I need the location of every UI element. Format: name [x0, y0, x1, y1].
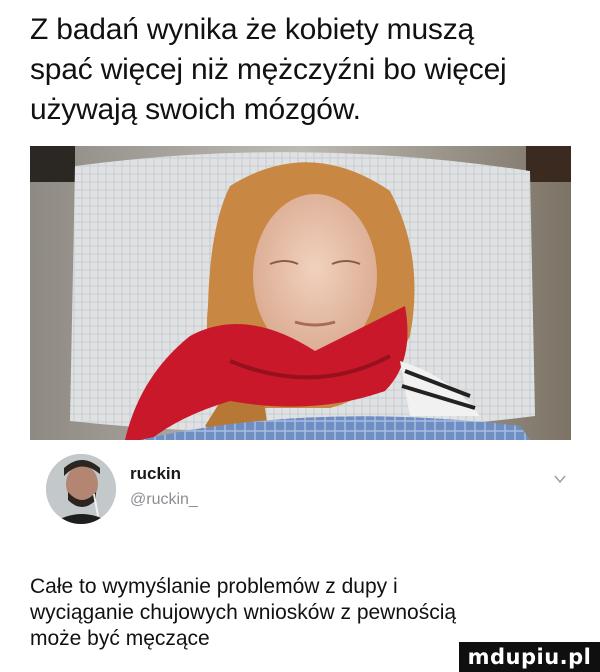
tweet-author: ruckin @ruckin_ [30, 450, 575, 530]
tweet-line-1: Całe to wymyślanie problemów z dupy i [30, 575, 398, 598]
user-handle[interactable]: @ruckin_ [130, 491, 198, 509]
headline-line-3: używają swoich mózgów. [30, 93, 361, 126]
display-name[interactable]: ruckin [130, 464, 181, 484]
tweet-line-2: wyciąganie chujowych wniosków z pewności… [30, 601, 457, 624]
avatar[interactable] [46, 454, 116, 524]
meme-headline: Z badań wynika że kobiety muszą spać wię… [30, 10, 575, 130]
site-watermark: mdupiu.pl [459, 642, 600, 672]
sleeping-woman-photo [30, 146, 571, 440]
tweet-body: Całe to wymyślanie problemów z dupy i wy… [30, 574, 550, 652]
avatar-image [46, 454, 116, 524]
chevron-down-icon[interactable] [553, 472, 567, 486]
headline-line-1: Z badań wynika że kobiety muszą [30, 13, 475, 46]
headline-line-2: spać więcej niż mężczyźni bo więcej [30, 53, 507, 86]
